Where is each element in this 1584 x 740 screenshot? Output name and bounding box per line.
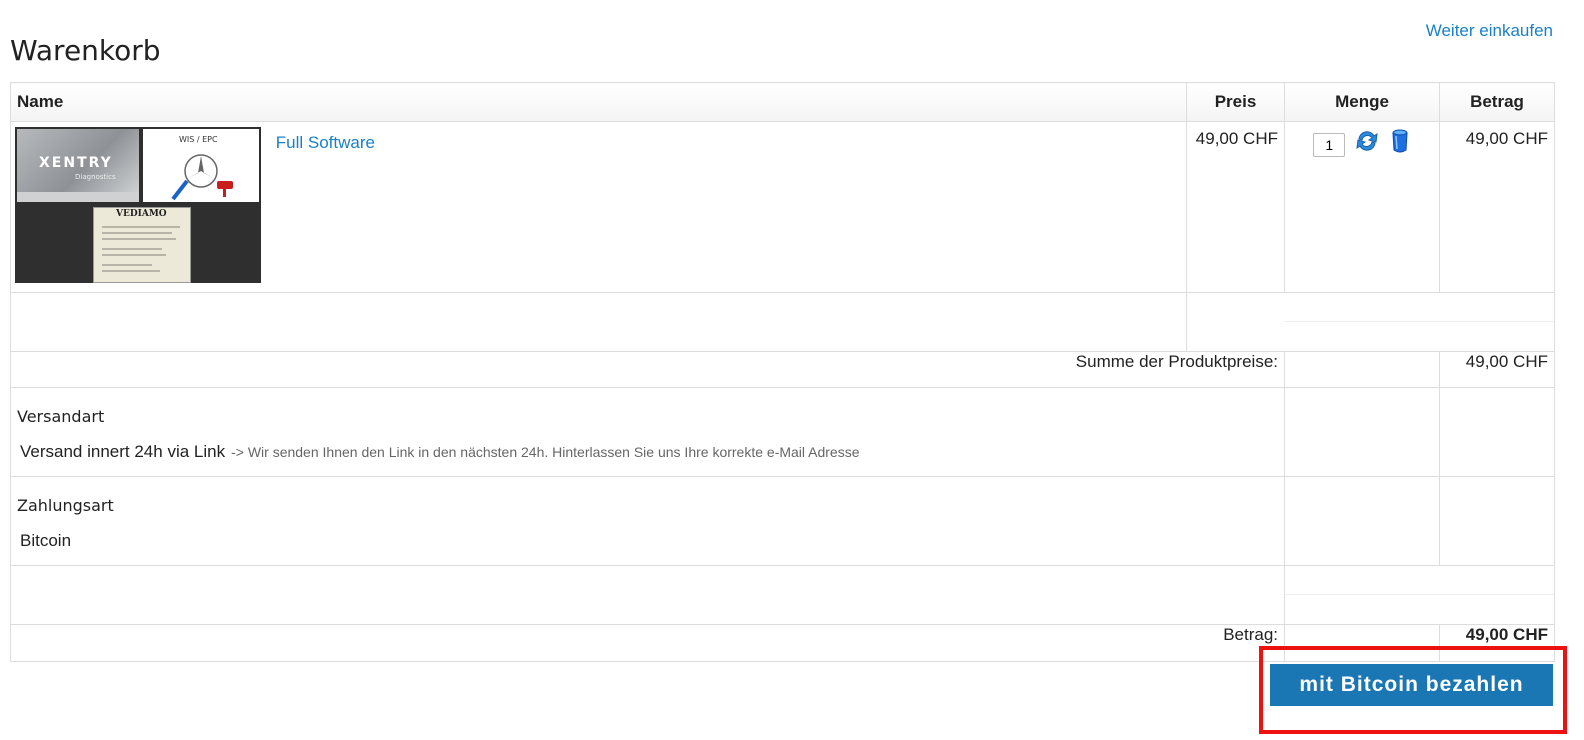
product-quantity-cell (1284, 121, 1440, 293)
vediamo-screenshot: VEDIAMO (93, 207, 191, 283)
xentry-text: XENTRY (39, 155, 113, 171)
diagnostics-text: Diagnostics (75, 173, 116, 181)
subtotal-row: Summe der Produktpreise: 49,00 CHF (10, 351, 1555, 388)
product-price: 49,00 CHF (1186, 121, 1285, 293)
product-link[interactable]: Full Software (276, 133, 375, 153)
shipping-method: Versand innert 24h via Link (20, 442, 226, 461)
product-amount: 49,00 CHF (1439, 121, 1555, 293)
wis-epc-screenshot: WIS / EPC (143, 129, 259, 202)
spacer-row (10, 292, 1555, 352)
quantity-input[interactable] (1313, 132, 1346, 157)
spacer-row (10, 565, 1555, 625)
subtotal-label: Summe der Produktpreise: (10, 351, 1285, 388)
shipping-label: Versandart (17, 407, 105, 426)
table-header-row: Name Preis Menge Betrag (10, 82, 1555, 122)
shipping-row: Versandart Versand innert 24h via Link ->… (10, 387, 1555, 477)
pay-with-bitcoin-button[interactable]: mit Bitcoin bezahlen (1270, 664, 1553, 706)
shipping-note: -> Wir senden Ihnen den Link in den näch… (231, 444, 860, 460)
refresh-icon[interactable] (1354, 128, 1380, 159)
table-row: XENTRY Diagnostics WIS / EPC VEDIAMO Ful… (10, 121, 1555, 293)
column-header-amount: Betrag (1439, 82, 1555, 122)
column-header-name: Name (10, 82, 1187, 122)
pay-button-highlight: mit Bitcoin bezahlen (1259, 646, 1567, 734)
total-label: Betrag: (10, 624, 1285, 662)
xentry-screenshot: XENTRY Diagnostics (17, 129, 139, 202)
subtotal-value: 49,00 CHF (1439, 351, 1555, 388)
continue-shopping-link[interactable]: Weiter einkaufen (1426, 21, 1553, 41)
vediamo-text: VEDIAMO (116, 209, 167, 219)
trash-icon[interactable] (1389, 128, 1411, 159)
payment-label: Zahlungsart (17, 496, 114, 515)
payment-method: Bitcoin (20, 531, 72, 550)
product-name-cell: XENTRY Diagnostics WIS / EPC VEDIAMO Ful… (10, 121, 1187, 293)
column-header-price: Preis (1186, 82, 1285, 122)
mercedes-star-icon (171, 154, 233, 201)
payment-row: Zahlungsart Bitcoin (10, 476, 1555, 566)
product-thumbnail[interactable]: XENTRY Diagnostics WIS / EPC VEDIAMO (15, 127, 261, 283)
cart-table: Name Preis Menge Betrag XENTRY Diagnosti… (10, 82, 1555, 662)
page-title: Warenkorb (10, 34, 161, 67)
column-header-quantity: Menge (1284, 82, 1440, 122)
